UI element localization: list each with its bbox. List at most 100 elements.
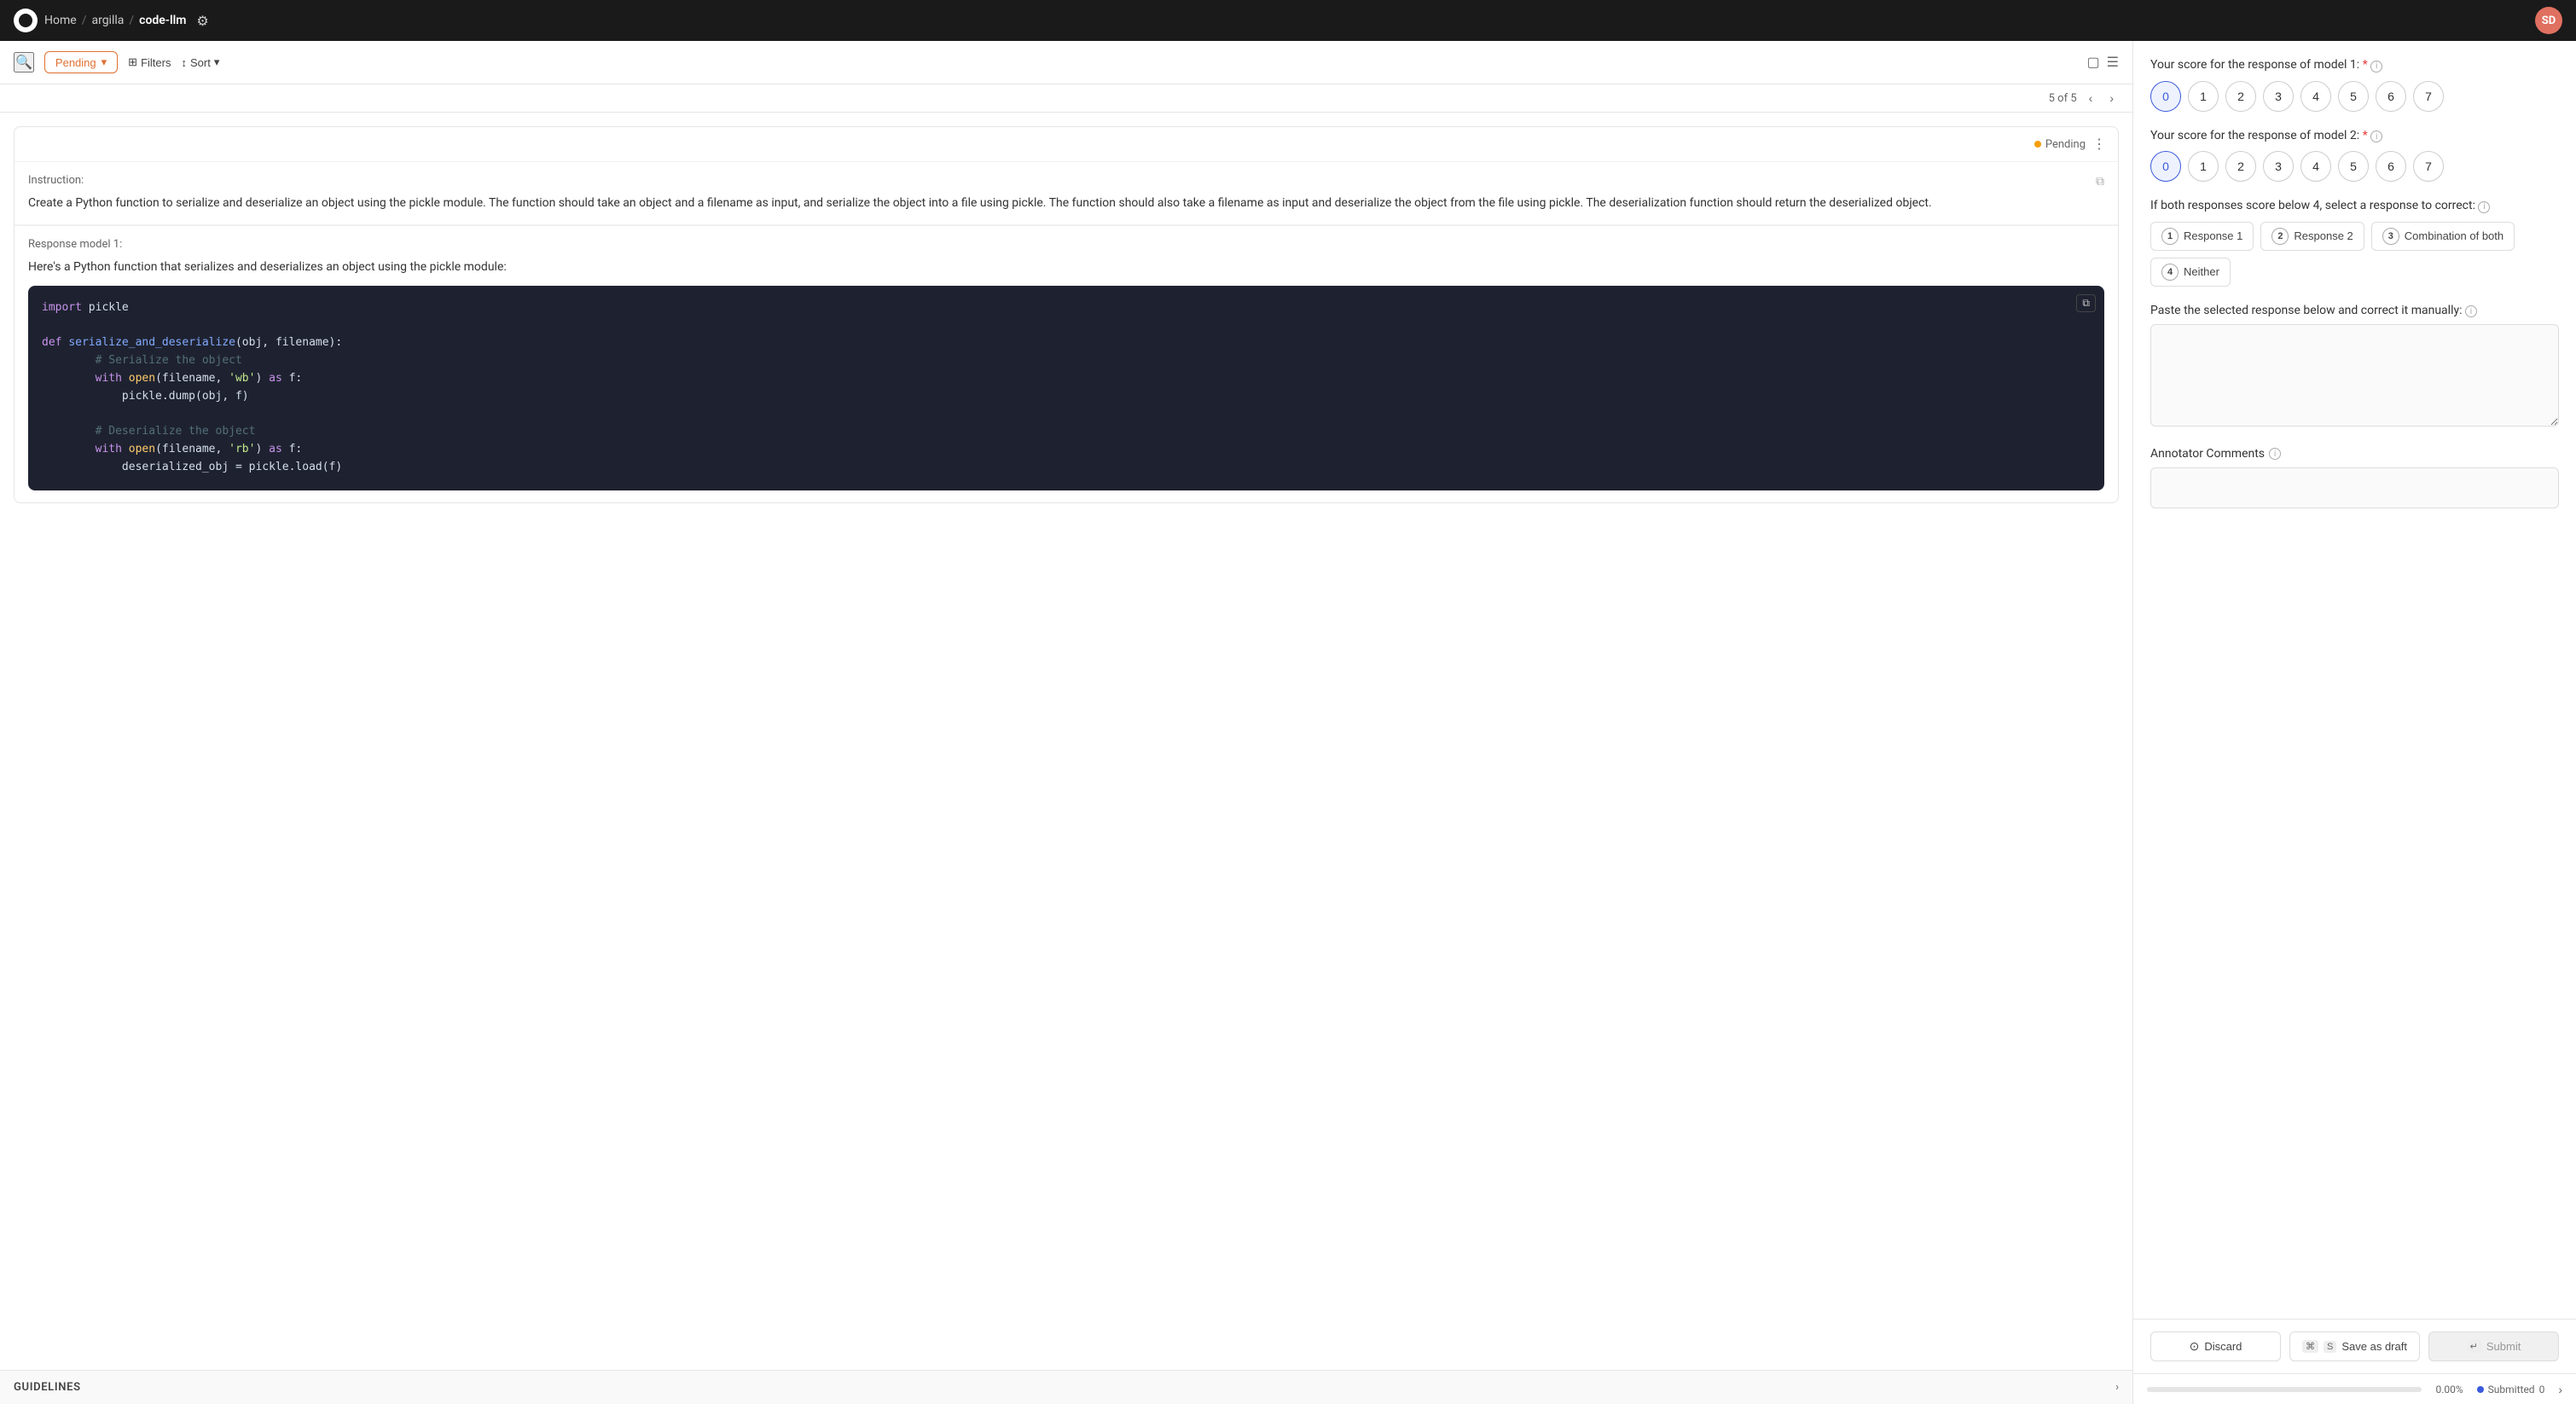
sort-button[interactable]: ↕ Sort ▾ bbox=[181, 55, 219, 69]
score2-btn-7[interactable]: 7 bbox=[2413, 151, 2444, 182]
score2-btn-2[interactable]: 2 bbox=[2225, 151, 2256, 182]
response-options-row1: 1 Response 1 2 Response 2 3 Combination … bbox=[2150, 222, 2559, 251]
sort-chevron: ▾ bbox=[214, 55, 220, 69]
submitted-dot bbox=[2477, 1386, 2484, 1393]
score1-label: Your score for the response of model 1: … bbox=[2150, 58, 2559, 73]
response-option-combination-num: 3 bbox=[2382, 228, 2399, 245]
draft-kbd-mod: ⌘ bbox=[2302, 1340, 2318, 1353]
score1-required: * bbox=[2363, 58, 2368, 72]
instruction-label: Instruction: bbox=[28, 174, 2104, 187]
discard-label: Discard bbox=[2204, 1340, 2242, 1353]
card-menu-button[interactable]: ⋮ bbox=[2092, 136, 2106, 153]
score1-buttons: 0 1 2 3 4 5 6 7 bbox=[2150, 81, 2559, 112]
comments-input[interactable] bbox=[2150, 467, 2559, 508]
pagination-info: 5 of 5 bbox=[2049, 92, 2077, 105]
code-block: ⧉ import pickle def serialize_and_deseri… bbox=[28, 286, 2104, 490]
gear-icon[interactable]: ⚙ bbox=[196, 13, 208, 29]
paste-section: Paste the selected response below and co… bbox=[2150, 304, 2559, 431]
avatar: SD bbox=[2535, 7, 2562, 34]
score1-btn-7[interactable]: 7 bbox=[2413, 81, 2444, 112]
code-copy-button[interactable]: ⧉ bbox=[2076, 294, 2096, 312]
comments-section: Annotator Comments i bbox=[2150, 447, 2559, 508]
breadcrumb-repo[interactable]: code-llm bbox=[139, 14, 186, 27]
response-section: Response model 1: Here's a Python functi… bbox=[15, 225, 2118, 502]
pagination-prev[interactable]: ‹ bbox=[2084, 90, 2098, 107]
response-option-neither-num: 4 bbox=[2161, 264, 2179, 281]
response-option-neither-label: Neither bbox=[2184, 265, 2219, 278]
response-option-1[interactable]: 1 Response 1 bbox=[2150, 222, 2254, 251]
response-option-combination-label: Combination of both bbox=[2405, 229, 2503, 242]
submit-label: Submit bbox=[2486, 1340, 2521, 1353]
instruction-copy-button[interactable]: ⧉ bbox=[2096, 174, 2104, 189]
breadcrumb-argilla[interactable]: argilla bbox=[91, 14, 124, 27]
score2-btn-6[interactable]: 6 bbox=[2376, 151, 2406, 182]
breadcrumb-sep1: / bbox=[82, 14, 87, 27]
score1-btn-4[interactable]: 4 bbox=[2300, 81, 2331, 112]
instruction-section: ⧉ Instruction: Create a Python function … bbox=[15, 161, 2118, 224]
discard-button[interactable]: ⊙ Discard bbox=[2150, 1331, 2281, 1361]
draft-label: Save as draft bbox=[2341, 1340, 2407, 1353]
response-label: Response model 1: bbox=[28, 238, 2104, 251]
status-text: Pending bbox=[2045, 138, 2086, 151]
response-option-neither[interactable]: 4 Neither bbox=[2150, 258, 2231, 287]
score2-info-icon[interactable]: i bbox=[2370, 131, 2382, 142]
filter-icon: ⊞ bbox=[128, 55, 137, 69]
score1-info-icon[interactable]: i bbox=[2370, 61, 2382, 73]
status-badge: Pending bbox=[2034, 138, 2086, 151]
score2-btn-1[interactable]: 1 bbox=[2188, 151, 2219, 182]
submit-button[interactable]: ↵ Submit bbox=[2428, 1331, 2559, 1361]
response-option-2[interactable]: 2 Response 2 bbox=[2260, 222, 2364, 251]
single-view-button[interactable]: ▢ bbox=[2087, 54, 2100, 71]
filters-label: Filters bbox=[141, 56, 171, 69]
filters-button[interactable]: ⊞ Filters bbox=[128, 55, 171, 69]
guidelines-chevron: › bbox=[2115, 1381, 2119, 1394]
discard-kbd: ⊙ bbox=[2190, 1339, 2200, 1354]
score2-btn-4[interactable]: 4 bbox=[2300, 151, 2331, 182]
score1-section: Your score for the response of model 1: … bbox=[2150, 58, 2559, 112]
comments-info-icon[interactable]: i bbox=[2269, 448, 2281, 460]
response-intro: Here's a Python function that serializes… bbox=[28, 258, 2104, 276]
score1-btn-6[interactable]: 6 bbox=[2376, 81, 2406, 112]
paste-textarea[interactable] bbox=[2150, 324, 2559, 426]
progress-percent: 0.00% bbox=[2435, 1384, 2463, 1395]
search-button[interactable]: 🔍 bbox=[14, 52, 34, 73]
response-option-combination[interactable]: 3 Combination of both bbox=[2371, 222, 2515, 251]
guidelines-label: GUIDELINES bbox=[14, 1381, 81, 1394]
breadcrumb-home[interactable]: Home bbox=[44, 14, 77, 27]
score1-btn-0[interactable]: 0 bbox=[2150, 81, 2181, 112]
submitted-status: Submitted 0 bbox=[2477, 1384, 2545, 1395]
sort-icon: ↕ bbox=[181, 56, 187, 69]
right-panel: Your score for the response of model 1: … bbox=[2132, 41, 2576, 1404]
score1-btn-2[interactable]: 2 bbox=[2225, 81, 2256, 112]
score2-btn-5[interactable]: 5 bbox=[2338, 151, 2369, 182]
response-option-1-label: Response 1 bbox=[2184, 229, 2242, 242]
code-content: import pickle def serialize_and_deserial… bbox=[42, 299, 2091, 477]
score2-label: Your score for the response of model 2: … bbox=[2150, 129, 2559, 143]
score1-btn-1[interactable]: 1 bbox=[2188, 81, 2219, 112]
score2-btn-3[interactable]: 3 bbox=[2263, 151, 2294, 182]
left-panel: 🔍 Pending ▾ ⊞ Filters ↕ Sort ▾ ▢ ☰ 5 of … bbox=[0, 41, 2132, 1404]
list-view-button[interactable]: ☰ bbox=[2107, 54, 2119, 71]
logo[interactable] bbox=[14, 9, 38, 32]
correct-info-icon[interactable]: i bbox=[2478, 201, 2490, 213]
pending-filter-label: Pending bbox=[55, 56, 96, 69]
toolbar-right: ▢ ☰ bbox=[2087, 54, 2119, 71]
paste-info-icon[interactable]: i bbox=[2465, 305, 2477, 317]
status-dot bbox=[2034, 141, 2041, 148]
main-card: Pending ⋮ ⧉ Instruction: Create a Python… bbox=[14, 126, 2119, 503]
breadcrumb: Home / argilla / code-llm bbox=[44, 14, 186, 27]
score1-btn-5[interactable]: 5 bbox=[2338, 81, 2369, 112]
status-bar-next[interactable]: › bbox=[2558, 1383, 2562, 1396]
submitted-label: Submitted bbox=[2488, 1384, 2535, 1395]
breadcrumb-sep2: / bbox=[129, 14, 134, 27]
response-option-2-num: 2 bbox=[2271, 228, 2289, 245]
save-draft-button[interactable]: ⌘ S Save as draft bbox=[2289, 1331, 2420, 1361]
pending-filter-button[interactable]: Pending ▾ bbox=[44, 51, 118, 73]
score2-required: * bbox=[2363, 129, 2368, 142]
score2-btn-0[interactable]: 0 bbox=[2150, 151, 2181, 182]
paste-label: Paste the selected response below and co… bbox=[2150, 304, 2559, 318]
score1-btn-3[interactable]: 3 bbox=[2263, 81, 2294, 112]
pagination-next[interactable]: › bbox=[2104, 90, 2119, 107]
guidelines-bar[interactable]: GUIDELINES › bbox=[0, 1370, 2132, 1404]
response-options-row2: 4 Neither bbox=[2150, 258, 2559, 287]
